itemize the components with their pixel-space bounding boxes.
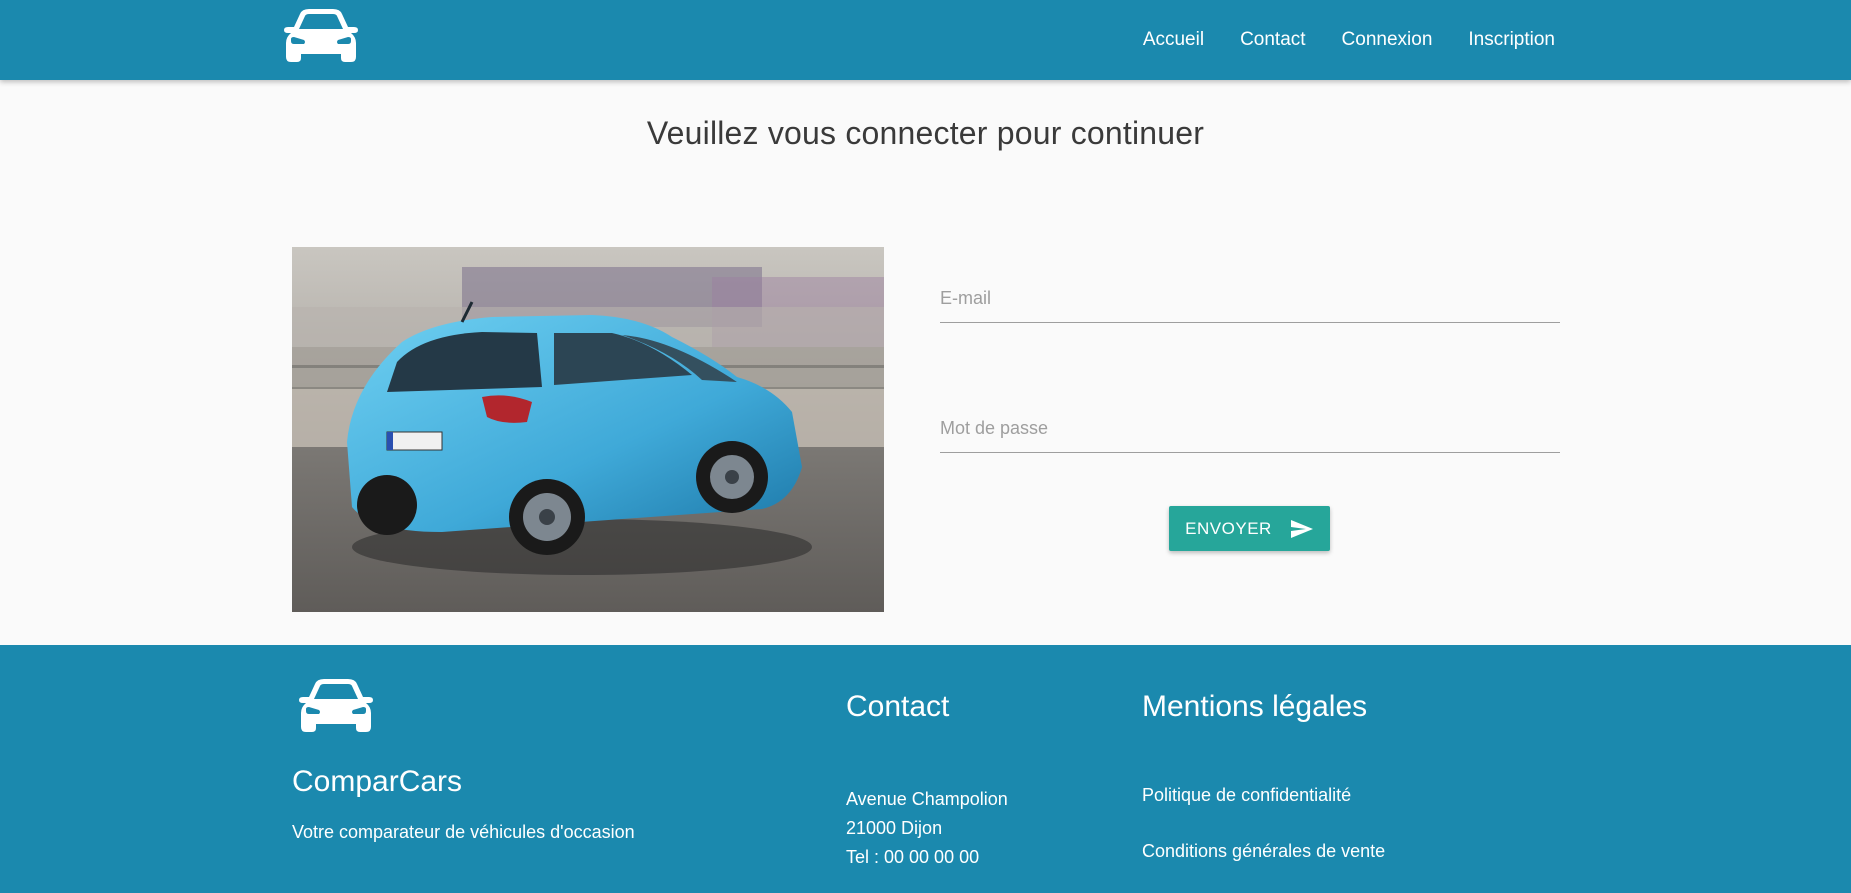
- top-navbar: Accueil Contact Connexion Inscription: [0, 0, 1851, 80]
- footer-contact-details: Avenue Champolion 21000 Dijon Tel : 00 0…: [846, 785, 1008, 872]
- car-icon: [284, 9, 358, 62]
- nav-link-contact[interactable]: Contact: [1222, 0, 1323, 80]
- nav-link-inscription[interactable]: Inscription: [1450, 0, 1555, 80]
- email-field-wrapper: [940, 247, 1560, 323]
- send-icon: [1290, 519, 1314, 539]
- submit-button-label: ENVOYER: [1185, 518, 1272, 538]
- footer-brand-name: ComparCars: [292, 765, 463, 798]
- footer-address-street: Avenue Champolion: [846, 789, 1008, 809]
- car-photo: [292, 247, 884, 612]
- privacy-policy-link[interactable]: Politique de confidentialité: [1142, 785, 1351, 805]
- nav-links: Accueil Contact Connexion Inscription: [1125, 0, 1555, 80]
- email-field[interactable]: [940, 275, 1560, 323]
- footer-phone: Tel : 00 00 00 00: [846, 847, 980, 867]
- footer-legal-links: Politique de confidentialité Conditions …: [1142, 785, 1385, 893]
- car-icon: [297, 678, 375, 734]
- footer-contact-title: Contact: [846, 690, 950, 723]
- footer-address-city: 21000 Dijon: [846, 818, 943, 838]
- terms-of-sale-link[interactable]: Conditions générales de vente: [1142, 841, 1385, 861]
- nav-link-connexion[interactable]: Connexion: [1324, 0, 1451, 80]
- password-field[interactable]: [940, 405, 1560, 453]
- footer-legal-title: Mentions légales: [1142, 690, 1368, 723]
- footer-tagline: Votre comparateur de véhicules d'occasio…: [292, 822, 635, 842]
- password-field-wrapper: [940, 377, 1560, 453]
- nav-link-accueil[interactable]: Accueil: [1125, 0, 1222, 80]
- footer: ComparCars Votre comparateur de véhicule…: [0, 645, 1851, 893]
- page-title: Veuillez vous connecter pour continuer: [646, 115, 1205, 151]
- home-logo-link[interactable]: [282, 8, 360, 64]
- submit-button[interactable]: ENVOYER: [1169, 506, 1330, 551]
